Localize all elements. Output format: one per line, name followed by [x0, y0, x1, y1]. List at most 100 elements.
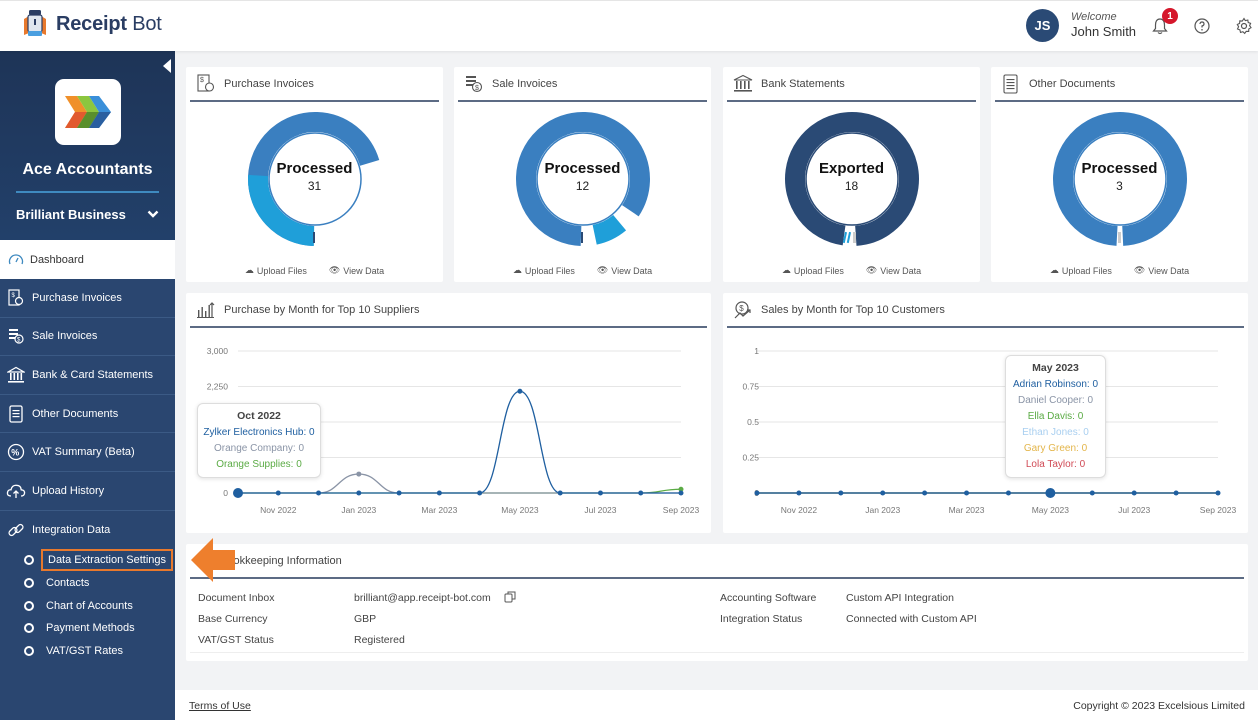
- business-name: Brilliant Business: [16, 207, 126, 222]
- donut-count: 12: [575, 179, 590, 193]
- sidebar-subitem-payment-methods[interactable]: Payment Methods: [0, 617, 175, 640]
- integration-status-value: Connected with Custom API: [846, 613, 977, 625]
- donut-segment-small: [1117, 232, 1121, 243]
- cloud-upload-icon: ☁: [1049, 265, 1059, 275]
- data-point: [1173, 490, 1179, 496]
- x-tick-label: May 2023: [1032, 505, 1070, 515]
- terms-of-use-link[interactable]: Terms of Use: [189, 700, 251, 712]
- info-label: Accounting Software: [720, 592, 817, 604]
- gear-icon[interactable]: [1235, 17, 1253, 35]
- view-data-link[interactable]: 👁 View Data: [329, 265, 384, 276]
- data-point: [838, 490, 844, 496]
- sidebar-item-label: Data Extraction Settings: [40, 549, 174, 572]
- data-point: [678, 490, 684, 496]
- sidebar-item-dashboard[interactable]: Dashboard: [0, 240, 175, 279]
- user-menu[interactable]: JS Welcome John Smith: [1026, 9, 1136, 42]
- donut-count: 31: [307, 179, 322, 193]
- data-point: [436, 490, 442, 496]
- org-name: Ace Accountants: [22, 161, 153, 178]
- sidebar-item-label: Sale Invoices: [32, 330, 98, 343]
- sidebar-subitem-data-extraction-settings[interactable]: Data Extraction Settings: [0, 549, 175, 572]
- copyright: Copyright © 2023 Excelsious Limited: [1073, 700, 1245, 712]
- sidebar-item-label: Integration Data: [32, 523, 111, 536]
- donut-status: Processed: [276, 160, 353, 177]
- sidebar-item-label: Payment Methods: [46, 622, 135, 635]
- notification-badge: 1: [1162, 8, 1178, 24]
- data-point: [557, 490, 563, 496]
- bank-icon: [733, 74, 753, 94]
- svg-text:$: $: [200, 77, 204, 84]
- sidebar-item-upload-history[interactable]: Upload History: [0, 472, 175, 511]
- tooltip-line: Daniel Cooper: 0: [1017, 395, 1094, 406]
- view-data-link[interactable]: 👁 View Data: [1134, 265, 1189, 276]
- sidebar-item-bank-card-statements[interactable]: Bank & Card Statements: [0, 356, 175, 395]
- copy-icon[interactable]: [504, 591, 516, 606]
- sidebar-item-integration-data[interactable]: Integration Data: [0, 511, 175, 550]
- data-point: [1131, 490, 1137, 496]
- sale-invoice-icon: $: [464, 74, 484, 94]
- document-icon: [1001, 73, 1021, 94]
- donut-chart[interactable]: Processed 31: [246, 110, 384, 248]
- bullet-circle-icon: [24, 623, 34, 634]
- sidebar-item-vat-summary[interactable]: % VAT Summary (Beta): [0, 433, 175, 472]
- brand[interactable]: Receipt Bot: [20, 9, 162, 39]
- tooltip-line: Lola Taylor: 0: [1025, 459, 1086, 470]
- document-icon: [6, 404, 26, 424]
- card-title: Other Documents: [1029, 77, 1116, 90]
- sidebar-item-sale-invoices[interactable]: $ Sale Invoices: [0, 318, 175, 357]
- document-inbox-value: brilliant@app.receipt-bot.com: [354, 592, 491, 604]
- upload-files-link[interactable]: ☁ Upload Files: [782, 265, 844, 276]
- sidebar-item-label: VAT/GST Rates: [46, 645, 124, 658]
- bar-chart-icon: [196, 300, 216, 320]
- donut-status: Processed: [544, 160, 621, 177]
- eye-icon: 👁: [865, 265, 878, 275]
- tooltip-line: Gary Green: 0: [1023, 443, 1088, 454]
- donut-count: 3: [1116, 179, 1123, 193]
- help-icon[interactable]: [1193, 17, 1211, 35]
- donut-chart[interactable]: Exported 18: [783, 110, 921, 248]
- view-data-link[interactable]: 👁 View Data: [866, 265, 921, 276]
- view-data-link[interactable]: 👁 View Data: [597, 265, 652, 276]
- base-currency-value: GBP: [354, 613, 377, 625]
- sidebar-subitem-chart-of-accounts[interactable]: Chart of Accounts: [0, 594, 175, 617]
- data-point: [356, 471, 362, 477]
- upload-files-link[interactable]: ☁ Upload Files: [245, 265, 307, 276]
- data-point: [1089, 490, 1095, 496]
- data-point: [396, 490, 402, 496]
- active-data-point: [233, 488, 243, 498]
- data-point: [880, 490, 886, 496]
- org-logo-icon: [55, 79, 121, 145]
- sidebar-item-purchase-invoices[interactable]: $ Purchase Invoices: [0, 279, 175, 318]
- upload-files-link[interactable]: ☁ Upload Files: [1050, 265, 1112, 276]
- sidebar-item-label: Other Documents: [32, 407, 119, 420]
- chevron-down-icon: [147, 207, 159, 222]
- data-point: [964, 490, 970, 496]
- sidebar-org-panel: Ace Accountants Brilliant Business: [0, 51, 175, 240]
- sales-line-chart[interactable]: 00.250.50.751Nov 2022Jan 2023Mar 2023May…: [723, 333, 1248, 533]
- footer: Terms of Use Copyright © 2023 Excelsious…: [175, 690, 1258, 720]
- vat-status-value: Registered: [354, 634, 405, 646]
- upload-files-link[interactable]: ☁ Upload Files: [513, 265, 575, 276]
- card-purchase-invoices: $ Purchase Invoices Processed 31 ☁ Upload…: [186, 67, 443, 282]
- business-selector[interactable]: Brilliant Business: [16, 207, 159, 222]
- donut-segment-small: [580, 232, 583, 243]
- sidebar-subitem-vat-gst-rates[interactable]: VAT/GST Rates: [0, 640, 175, 663]
- chart-tooltip: May 2023 Adrian Robinson: 0 Daniel Coope…: [1005, 355, 1106, 478]
- tooltip-line: Orange Company: 0: [213, 443, 305, 454]
- bullet-circle-icon: [24, 600, 34, 611]
- tooltip-title: Oct 2022: [237, 410, 281, 422]
- avatar[interactable]: JS: [1026, 9, 1059, 42]
- donut-chart[interactable]: Processed 12: [514, 110, 652, 248]
- x-tick-label: Nov 2022: [781, 505, 818, 515]
- y-tick-label: 2,250: [207, 382, 229, 392]
- sidebar-subitem-contacts[interactable]: Contacts: [0, 572, 175, 595]
- data-point: [1005, 490, 1011, 496]
- sales-chart-card: $ Sales by Month for Top 10 Customers 00…: [723, 293, 1248, 533]
- collapse-sidebar-icon[interactable]: [163, 59, 171, 73]
- sidebar-item-other-documents[interactable]: Other Documents: [0, 395, 175, 434]
- data-point: [597, 490, 603, 496]
- y-tick-label: 1: [754, 346, 759, 356]
- receipt-bot-logo-icon: [20, 9, 50, 39]
- sidebar-item-label: VAT Summary (Beta): [32, 446, 135, 459]
- donut-chart[interactable]: Processed 3: [1051, 110, 1189, 248]
